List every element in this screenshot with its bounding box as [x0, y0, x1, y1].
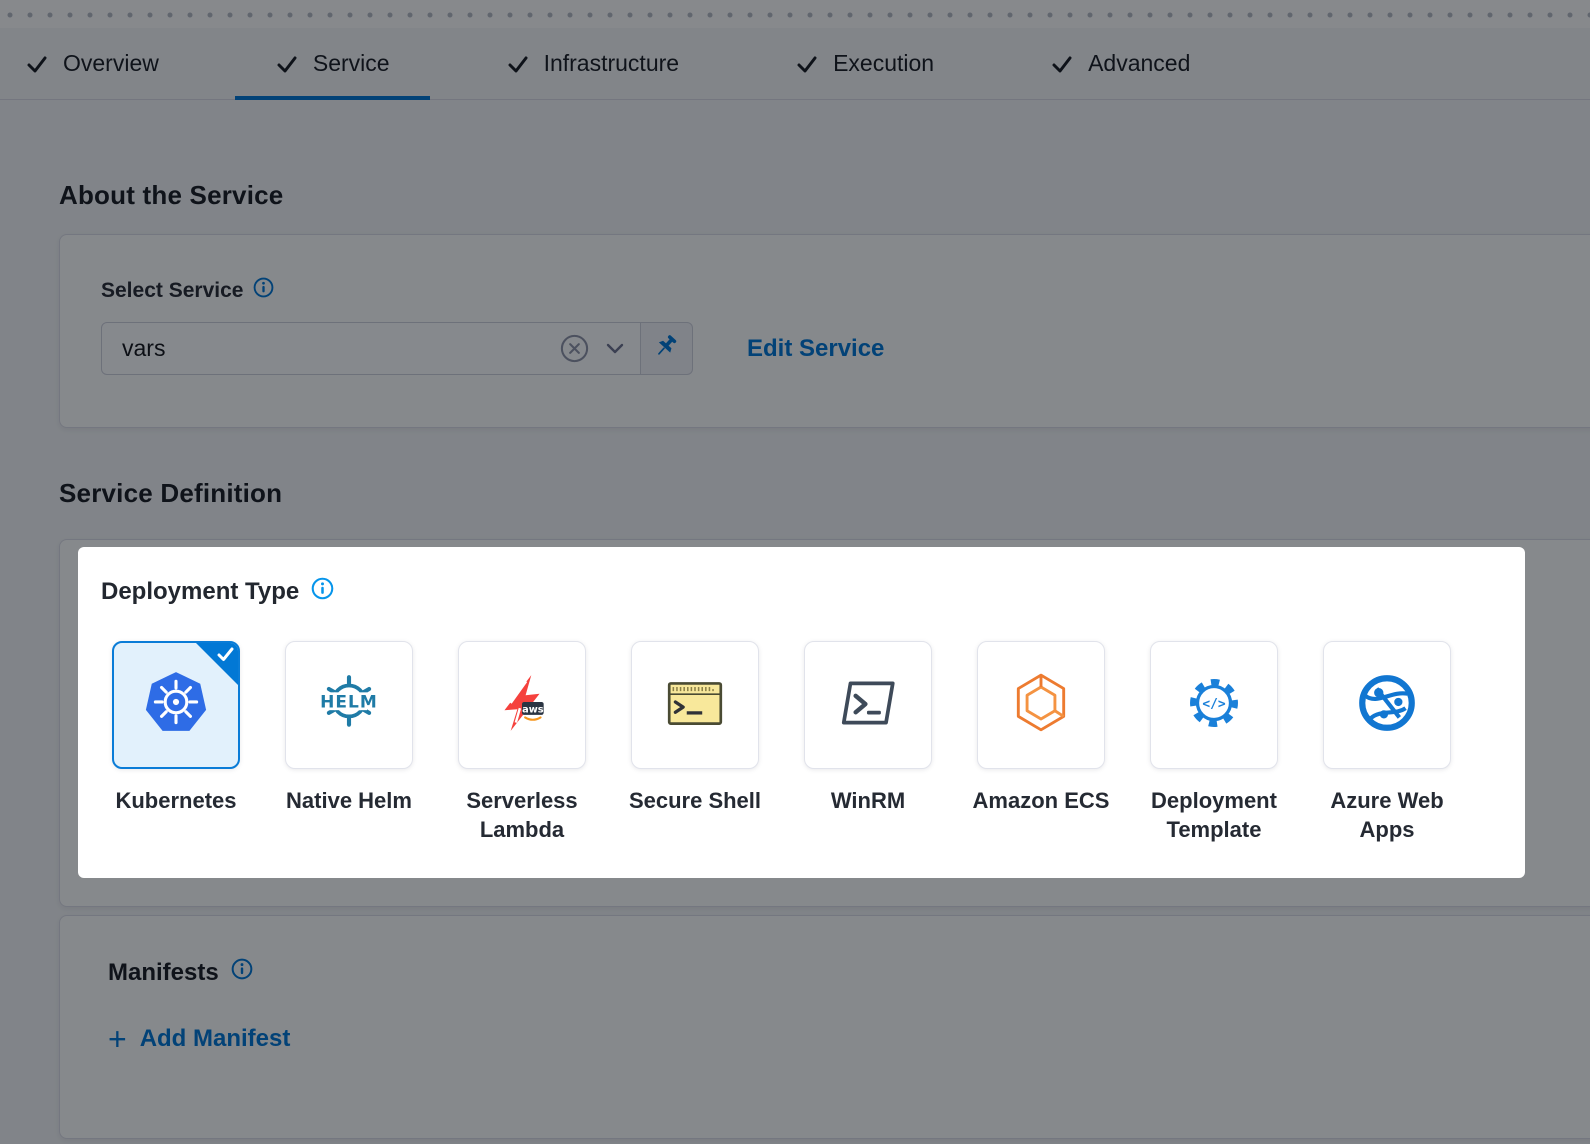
tab-label: Advanced: [1088, 50, 1190, 77]
deployment-type-secure-shell[interactable]: [631, 641, 759, 769]
deployment-type-item: HELM Native Helm: [285, 641, 413, 844]
svg-text:</>: </>: [1202, 696, 1226, 711]
deployment-type-item: Kubernetes: [112, 641, 240, 844]
kubernetes-icon: [143, 670, 209, 741]
deployment-type-item: Azure Web Apps: [1323, 641, 1451, 844]
manifests-card: Manifests + Add Manifest: [59, 915, 1590, 1139]
info-icon[interactable]: [311, 577, 334, 607]
deployment-type-kubernetes[interactable]: [112, 641, 240, 769]
winrm-icon: [835, 670, 901, 741]
helm-icon: HELM: [316, 670, 382, 741]
amazon-ecs-icon: [1008, 670, 1074, 741]
pin-button[interactable]: [641, 322, 693, 375]
pipeline-canvas-strip: [0, 0, 1590, 28]
deployment-type-item: Amazon ECS: [977, 641, 1105, 844]
plus-icon: +: [108, 1028, 127, 1050]
info-icon[interactable]: [253, 277, 274, 304]
service-select[interactable]: [101, 322, 641, 375]
select-service-label: Select Service: [101, 279, 243, 303]
tab-overview[interactable]: Overview: [25, 28, 199, 99]
tab-execution[interactable]: Execution: [755, 28, 974, 99]
serverless-lambda-icon: aws: [489, 670, 555, 741]
tab-label: Execution: [833, 50, 934, 77]
deployment-type-item: aws Serverless Lambda: [458, 641, 586, 844]
tab-advanced[interactable]: Advanced: [1010, 28, 1230, 99]
tab-check-icon: [506, 52, 530, 76]
step-tabs: Overview Service Infrastructure Executio…: [0, 28, 1590, 100]
tab-service[interactable]: Service: [235, 28, 430, 99]
tab-label: Overview: [63, 50, 159, 77]
deployment-type-native-helm[interactable]: HELM: [285, 641, 413, 769]
chevron-down-icon[interactable]: [606, 343, 624, 354]
svg-text:aws: aws: [522, 704, 544, 715]
deployment-type-item: WinRM: [804, 641, 932, 844]
deployment-type-amazon-ecs[interactable]: [977, 641, 1105, 769]
pin-icon: [653, 333, 680, 365]
secure-shell-icon: [662, 670, 728, 741]
about-service-card: Select Service Edit Service: [59, 234, 1590, 428]
deployment-type-deployment-template[interactable]: </>: [1150, 641, 1278, 769]
deployment-type-winrm[interactable]: [804, 641, 932, 769]
clear-icon[interactable]: [559, 333, 590, 364]
deployment-template-icon: </>: [1181, 670, 1247, 741]
about-service-heading: About the Service: [59, 100, 1590, 211]
azure-web-apps-icon: [1354, 670, 1420, 741]
tab-infrastructure[interactable]: Infrastructure: [466, 28, 720, 99]
deployment-type-serverless-lambda[interactable]: aws: [458, 641, 586, 769]
tab-label: Infrastructure: [544, 50, 680, 77]
tile-label: Amazon ECS: [955, 786, 1127, 815]
tile-label: Native Helm: [263, 786, 435, 815]
manifests-heading: Manifests: [108, 959, 219, 987]
tab-check-icon: [1050, 52, 1074, 76]
tile-label: Serverless Lambda: [436, 786, 608, 844]
tab-label: Service: [313, 50, 390, 77]
deployment-type-tiles: Kubernetes HELM Native Helm aws: [112, 641, 1525, 844]
tile-label: Kubernetes: [90, 786, 262, 815]
tile-label: WinRM: [782, 786, 954, 815]
deployment-type-azure-web-apps[interactable]: [1323, 641, 1451, 769]
add-manifest-label: Add Manifest: [140, 1025, 291, 1053]
add-manifest-button[interactable]: + Add Manifest: [108, 1025, 1590, 1053]
deployment-type-item: </> Deployment Template: [1150, 641, 1278, 844]
tab-check-icon: [795, 52, 819, 76]
info-icon[interactable]: [231, 958, 253, 987]
deployment-type-label: Deployment Type: [101, 578, 299, 606]
tile-label: Deployment Template: [1128, 786, 1300, 844]
service-select-input[interactable]: [122, 335, 543, 362]
tile-label: Secure Shell: [609, 786, 781, 815]
deployment-type-item: Secure Shell: [631, 641, 759, 844]
edit-service-link[interactable]: Edit Service: [747, 335, 884, 363]
tile-label: Azure Web Apps: [1301, 786, 1473, 844]
service-definition-card: Deployment Type Kubernetes: [59, 539, 1590, 907]
service-definition-heading: Service Definition: [59, 478, 1590, 509]
deployment-type-spotlight: Deployment Type Kubernetes: [78, 547, 1525, 878]
tab-check-icon: [25, 52, 49, 76]
svg-text:HELM: HELM: [320, 692, 378, 712]
tab-check-icon: [275, 52, 299, 76]
